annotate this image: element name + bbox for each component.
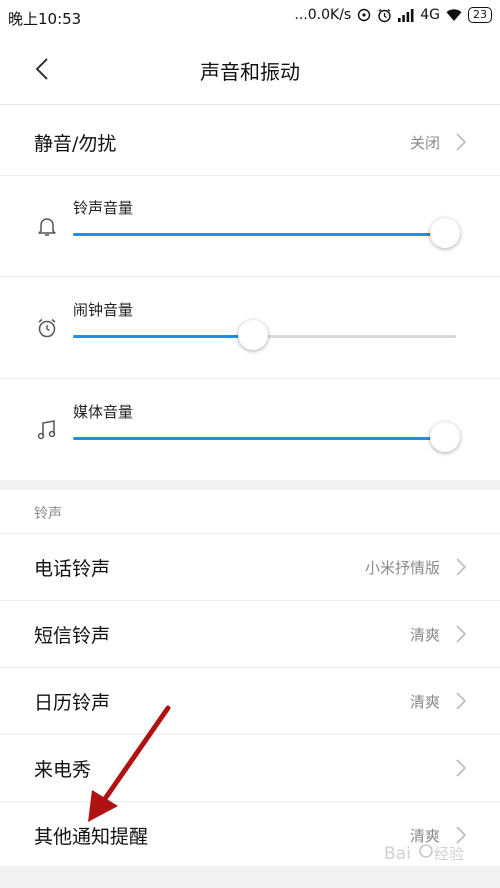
- other-notifications-value: 清爽: [409, 827, 440, 845]
- sms-ringtone-row[interactable]: 短信铃声 清爽: [0, 601, 500, 668]
- other-notifications-label: 其他通知提醒: [34, 826, 149, 848]
- phone-ringtone-value: 小米抒情版: [364, 559, 440, 577]
- network-type: 4G: [420, 7, 440, 23]
- media-volume-label: 媒体音量: [73, 403, 134, 421]
- status-icons: ...0.0K/s 4G 23: [294, 7, 492, 23]
- alarm-status-icon: [378, 8, 391, 22]
- alarm-clock-icon: [38, 318, 56, 338]
- signal-icon: [398, 8, 414, 22]
- section-divider: [0, 480, 500, 490]
- bell-icon: [38, 218, 56, 236]
- alarm-volume-fill: [73, 335, 253, 338]
- mute-dnd-label: 静音/勿扰: [34, 133, 117, 155]
- media-volume-row: 媒体音量: [0, 379, 500, 481]
- caller-show-row[interactable]: 来电秀: [0, 735, 500, 802]
- title-bar: 声音和振动: [0, 34, 500, 105]
- chevron-right-icon: [456, 558, 467, 576]
- phone-ringtone-row[interactable]: 电话铃声 小米抒情版: [0, 534, 500, 601]
- battery-indicator: 23: [468, 7, 492, 23]
- alarm-volume-label: 闹钟音量: [73, 301, 134, 319]
- alarm-volume-slider[interactable]: [73, 320, 456, 350]
- media-volume-slider[interactable]: [73, 422, 460, 452]
- caller-show-label: 来电秀: [34, 759, 92, 781]
- music-note-icon: [37, 420, 56, 440]
- ringtone-volume-knob[interactable]: [429, 218, 460, 248]
- sms-ringtone-value: 清爽: [409, 626, 440, 644]
- ringtone-volume-slider[interactable]: [73, 218, 460, 248]
- calendar-ringtone-row[interactable]: 日历铃声 清爽: [0, 668, 500, 735]
- status-time: 晚上10:53: [8, 10, 82, 28]
- ringtone-volume-row: 铃声音量: [0, 175, 500, 277]
- chevron-right-icon: [456, 692, 467, 710]
- media-volume-fill: [73, 437, 445, 440]
- ringtone-section-header: 铃声: [34, 506, 62, 522]
- sms-ringtone-label: 短信铃声: [34, 625, 111, 647]
- ringtone-volume-fill: [73, 233, 445, 236]
- calendar-ringtone-value: 清爽: [409, 693, 440, 711]
- mute-dnd-value: 关闭: [409, 134, 440, 152]
- hotspot-icon: [358, 8, 371, 22]
- alarm-volume-knob[interactable]: [238, 320, 268, 350]
- ringtone-volume-label: 铃声音量: [73, 199, 134, 217]
- chevron-right-icon: [456, 826, 467, 844]
- bottom-strip: [0, 866, 500, 888]
- chevron-right-icon: [456, 625, 467, 643]
- page-title: 声音和振动: [200, 60, 300, 84]
- network-speed: ...0.0K/s: [294, 7, 352, 23]
- wifi-icon: [446, 8, 462, 21]
- status-bar: 晚上10:53 ...0.0K/s 4G 23: [0, 0, 500, 34]
- chevron-right-icon: [456, 759, 467, 777]
- calendar-ringtone-label: 日历铃声: [34, 692, 111, 714]
- phone-ringtone-label: 电话铃声: [34, 558, 111, 580]
- media-volume-knob[interactable]: [429, 422, 460, 452]
- mute-dnd-row[interactable]: 静音/勿扰 关闭: [0, 109, 500, 176]
- other-notifications-row[interactable]: 其他通知提醒 清爽: [0, 802, 500, 868]
- alarm-volume-row: 闹钟音量: [0, 277, 500, 379]
- chevron-right-icon: [456, 133, 467, 151]
